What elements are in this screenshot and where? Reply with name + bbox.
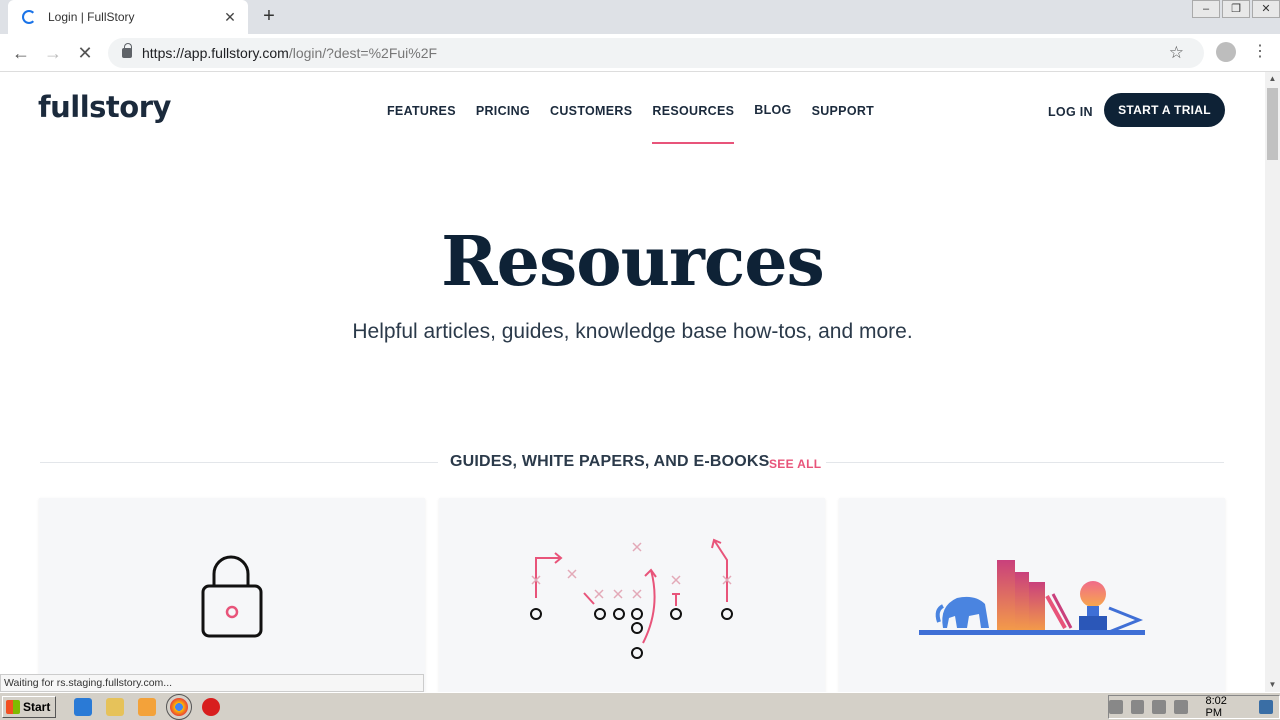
nav-resources[interactable]: RESOURCES <box>652 104 735 144</box>
main-nav: FEATURES PRICING CUSTOMERS RESOURCES BLO… <box>387 103 894 144</box>
close-window-icon[interactable]: ✕ <box>1252 0 1280 18</box>
nav-features[interactable]: FEATURES <box>387 104 456 118</box>
action-center-flag-icon[interactable] <box>1173 700 1188 714</box>
stop-loading-icon[interactable]: ✕ <box>74 42 96 64</box>
start-trial-button[interactable]: START A TRIAL <box>1104 93 1225 127</box>
page-scrollbar[interactable]: ▲ ▼ <box>1265 72 1280 692</box>
lock-icon <box>122 43 132 58</box>
browser-tab[interactable]: Login | FullStory ✕ <box>8 0 248 34</box>
minimize-icon[interactable]: – <box>1192 0 1220 18</box>
profile-avatar-icon[interactable] <box>1216 42 1236 62</box>
login-link[interactable]: LOG IN <box>1048 105 1093 119</box>
section-divider-left <box>40 462 438 463</box>
forward-icon[interactable]: → <box>42 42 64 64</box>
system-tray: 8:02 PM <box>1108 695 1280 719</box>
watermark: ANY RUN <box>1040 684 1238 692</box>
volume-icon[interactable] <box>1152 700 1166 714</box>
network-icon[interactable] <box>1130 700 1145 714</box>
browser-toolbar: ← → ✕ https://app.fullstory.com/login/?d… <box>0 34 1280 72</box>
clock[interactable]: 8:02 PM <box>1206 695 1246 719</box>
nav-customers[interactable]: CUSTOMERS <box>550 104 632 118</box>
web-page: fullstory FEATURES PRICING CUSTOMERS RES… <box>0 72 1265 692</box>
tray-arrow-icon[interactable] <box>1109 700 1123 714</box>
scroll-up-icon[interactable]: ▲ <box>1265 72 1280 86</box>
scroll-down-icon[interactable]: ▼ <box>1265 678 1280 692</box>
opera-icon[interactable] <box>202 697 220 716</box>
browser-menu-icon[interactable]: ⋮ <box>1252 42 1268 62</box>
media-player-icon[interactable] <box>138 697 156 716</box>
loading-spinner-icon <box>22 10 36 24</box>
close-tab-icon[interactable]: ✕ <box>222 9 238 26</box>
scroll-thumb[interactable] <box>1267 88 1278 160</box>
fullstory-logo[interactable]: fullstory <box>38 90 171 124</box>
resource-card[interactable] <box>439 498 825 692</box>
resource-card[interactable] <box>39 498 425 692</box>
page-title: Resources <box>441 222 825 302</box>
back-icon[interactable]: ← <box>10 42 32 64</box>
resource-card[interactable] <box>839 498 1225 692</box>
nav-support[interactable]: SUPPORT <box>812 104 875 118</box>
new-tab-button[interactable]: + <box>258 6 280 28</box>
show-desktop-icon[interactable] <box>1259 700 1273 714</box>
bookmark-star-icon[interactable]: ☆ <box>1169 43 1184 63</box>
chrome-icon[interactable] <box>166 693 192 720</box>
window-controls: – ❐ ✕ <box>1190 0 1280 20</box>
restore-icon[interactable]: ❐ <box>1222 0 1250 18</box>
windows-flag-icon <box>6 699 20 714</box>
file-explorer-icon[interactable] <box>106 697 124 716</box>
lock-icon <box>201 555 263 638</box>
start-button[interactable]: Start <box>2 695 56 718</box>
page-subtitle: Helpful articles, guides, knowledge base… <box>352 320 913 343</box>
tab-strip: Login | FullStory ✕ + – ❐ ✕ <box>0 0 1280 34</box>
nav-blog[interactable]: BLOG <box>754 103 791 117</box>
library-elephant-icon <box>919 560 1145 635</box>
section-title: GUIDES, WHITE PAPERS, AND E-BOOKS <box>450 453 770 470</box>
section-divider-right <box>826 462 1224 463</box>
address-bar[interactable]: https://app.fullstory.com/login/?dest=%2… <box>108 38 1204 68</box>
nav-pricing[interactable]: PRICING <box>476 104 530 118</box>
url-text: https://app.fullstory.com/login/?dest=%2… <box>142 45 438 61</box>
internet-explorer-icon[interactable] <box>74 697 92 716</box>
playbook-icon <box>530 538 733 659</box>
browser-status-bar: Waiting for rs.staging.fullstory.com... <box>0 674 424 692</box>
taskbar: Start 8:02 PM <box>0 692 1280 720</box>
see-all-link[interactable]: SEE ALL <box>769 457 821 471</box>
tab-title: Login | FullStory <box>48 10 135 24</box>
